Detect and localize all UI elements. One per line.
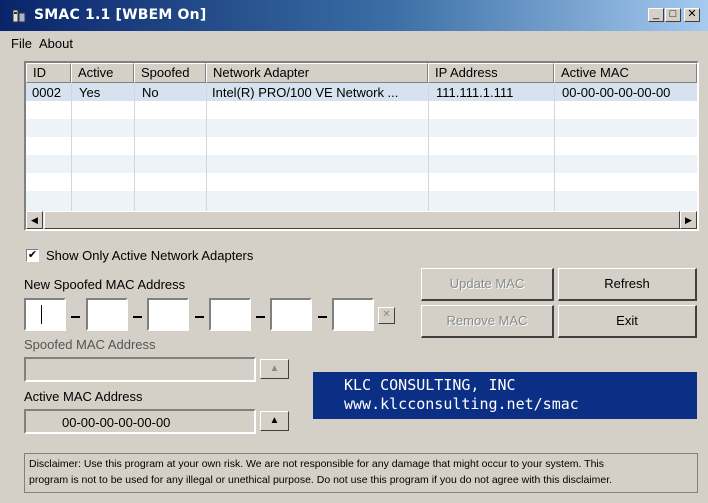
new-spoofed-mac-label: New Spoofed MAC Address — [24, 277, 186, 292]
octet-separator — [256, 316, 265, 318]
column-divider — [206, 83, 207, 211]
mac-octet-2-input[interactable] — [86, 298, 128, 331]
clear-x-icon: ✕ — [382, 309, 391, 320]
octet-separator — [318, 316, 327, 318]
minimize-icon: _ — [652, 8, 660, 20]
show-only-active-label: Show Only Active Network Adapters — [46, 248, 254, 263]
column-divider — [554, 83, 555, 211]
table-row-empty — [26, 155, 697, 173]
mac-octet-4-input[interactable] — [209, 298, 251, 331]
disclaimer-line-1: Disclaimer: Use this program at your own… — [29, 458, 605, 470]
close-button[interactable]: ✕ — [684, 8, 700, 22]
scroll-right-button[interactable]: ▶ — [680, 211, 697, 229]
text-caret — [41, 305, 42, 324]
copy-up-icon: ▲ — [269, 363, 280, 374]
column-header-id[interactable]: ID — [26, 63, 71, 83]
cell-ip: 111.111.1.111 — [436, 85, 514, 100]
active-mac-value: 00-00-00-00-00-00 — [62, 415, 171, 430]
scroll-left-button[interactable]: ◀ — [26, 211, 43, 229]
column-header-ip-address[interactable]: IP Address — [428, 63, 554, 83]
scroll-right-icon: ▶ — [685, 215, 692, 225]
maximize-button[interactable]: □ — [665, 8, 681, 22]
cell-spoofed: No — [142, 85, 159, 100]
klc-banner[interactable]: KLC CONSULTING, INC www.klcconsulting.ne… — [313, 372, 697, 419]
refresh-button[interactable]: Refresh — [558, 268, 697, 301]
copy-spoofed-mac-button[interactable]: ▲ — [260, 359, 289, 379]
scroll-thumb[interactable] — [44, 211, 680, 229]
column-header-active[interactable]: Active — [71, 63, 134, 83]
table-row-empty — [26, 119, 697, 137]
horizontal-scrollbar[interactable]: ◀ ▶ — [26, 211, 697, 229]
column-header-active-mac[interactable]: Active MAC — [554, 63, 697, 83]
close-icon: ✕ — [687, 8, 697, 20]
menu-bar: File About — [0, 33, 708, 53]
menu-about[interactable]: About — [39, 36, 73, 51]
octet-separator — [133, 316, 142, 318]
remove-mac-button[interactable]: Remove MAC — [421, 305, 554, 338]
maximize-icon: □ — [669, 8, 677, 20]
title-bar[interactable]: SMAC 1.1 [WBEM On] _ □ ✕ — [0, 0, 708, 31]
banner-company: KLC CONSULTING, INC — [344, 376, 516, 394]
update-mac-button[interactable]: Update MAC — [421, 268, 554, 301]
window-title: SMAC 1.1 [WBEM On] — [34, 7, 207, 23]
spoofed-mac-label: Spoofed MAC Address — [24, 337, 156, 352]
column-header-network-adapter[interactable]: Network Adapter — [206, 63, 428, 83]
table-row-empty — [26, 137, 697, 155]
app-icon — [12, 9, 26, 23]
spoofed-mac-field — [24, 357, 256, 382]
check-icon: ✔ — [27, 249, 38, 261]
cell-mac: 00-00-00-00-00-00 — [562, 85, 671, 100]
cell-active: Yes — [79, 85, 101, 100]
mac-octet-1-input[interactable] — [24, 298, 66, 331]
menu-file[interactable]: File — [11, 36, 32, 51]
disclaimer-line-2: program is not to be used for any illega… — [29, 474, 613, 486]
table-row-empty — [26, 191, 697, 211]
exit-button[interactable]: Exit — [558, 305, 697, 338]
column-divider — [134, 83, 135, 211]
cell-adapter: Intel(R) PRO/100 VE Network ... — [212, 85, 399, 100]
octet-separator — [71, 316, 80, 318]
copy-active-mac-button[interactable]: ▲ — [260, 411, 289, 431]
mac-octet-5-input[interactable] — [270, 298, 312, 331]
table-row-empty — [26, 101, 697, 119]
octet-separator — [195, 316, 204, 318]
minimize-button[interactable]: _ — [648, 8, 664, 22]
clear-mac-button[interactable]: ✕ — [378, 307, 395, 324]
table-row[interactable]: 0002 Yes No Intel(R) PRO/100 VE Network … — [26, 83, 697, 101]
column-divider — [71, 83, 72, 211]
column-header-spoofed[interactable]: Spoofed — [134, 63, 206, 83]
active-mac-field: 00-00-00-00-00-00 — [24, 409, 256, 434]
active-mac-label: Active MAC Address — [24, 389, 143, 404]
cell-id: 0002 — [32, 85, 61, 100]
banner-url: www.klcconsulting.net/smac — [344, 395, 579, 413]
copy-up-icon: ▲ — [269, 415, 280, 426]
scroll-left-icon: ◀ — [31, 215, 38, 225]
column-divider — [428, 83, 429, 211]
adapters-list[interactable]: ID Active Spoofed Network Adapter IP Add… — [24, 61, 699, 231]
mac-octet-6-input[interactable] — [332, 298, 374, 331]
mac-octet-3-input[interactable] — [147, 298, 189, 331]
table-row-empty — [26, 173, 697, 191]
disclaimer-box: Disclaimer: Use this program at your own… — [24, 453, 698, 493]
show-only-active-checkbox[interactable]: ✔ — [26, 249, 39, 262]
